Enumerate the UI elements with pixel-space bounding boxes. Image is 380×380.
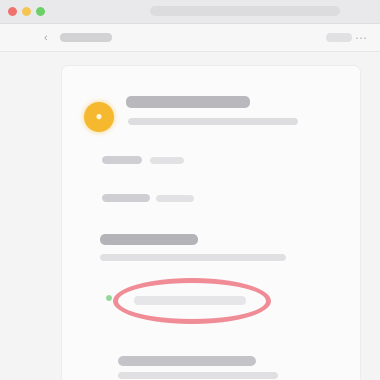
settings-row-label[interactable] bbox=[102, 156, 142, 164]
app-subtitle bbox=[128, 118, 298, 125]
minimize-window-button[interactable] bbox=[22, 7, 31, 16]
toolbar-title bbox=[60, 33, 112, 42]
status-indicator bbox=[106, 295, 112, 301]
settings-row-value bbox=[150, 157, 184, 164]
title-bar-strip bbox=[150, 6, 340, 16]
title-bar bbox=[0, 0, 380, 24]
app-glyph-icon: ● bbox=[95, 109, 103, 123]
settings-row-label[interactable] bbox=[102, 194, 150, 202]
chevron-left-icon[interactable]: ‹ bbox=[44, 32, 56, 44]
zoom-window-button[interactable] bbox=[36, 7, 45, 16]
footer-title bbox=[118, 356, 256, 366]
highlight-annotation bbox=[113, 278, 271, 324]
footer-description bbox=[118, 372, 278, 379]
app-icon: ● bbox=[84, 102, 114, 132]
close-window-button[interactable] bbox=[8, 7, 17, 16]
ellipsis-icon[interactable]: ⋯ bbox=[354, 31, 368, 45]
app-name bbox=[126, 96, 250, 108]
window-controls bbox=[8, 7, 45, 16]
section-title bbox=[100, 234, 198, 245]
section-description bbox=[100, 254, 286, 261]
settings-row-value bbox=[156, 195, 194, 202]
toolbar-right-item[interactable] bbox=[326, 33, 352, 42]
toolbar: ‹ ⋯ bbox=[0, 24, 380, 52]
